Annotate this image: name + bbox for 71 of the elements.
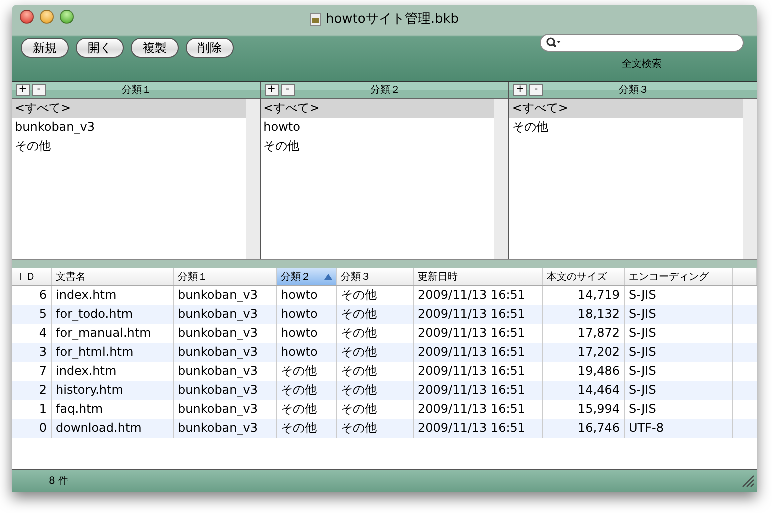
resize-grip-icon[interactable]: [741, 474, 755, 488]
add-button[interactable]: +: [16, 84, 30, 96]
add-button[interactable]: +: [513, 84, 528, 96]
table-cell: 2: [12, 381, 52, 400]
pane-title: 分類３: [618, 84, 650, 97]
column-header[interactable]: 更新日時: [414, 268, 543, 285]
search-label: 全文検索: [622, 58, 662, 71]
list-item[interactable]: その他: [260, 137, 494, 156]
table-cell: S-JIS: [625, 343, 733, 362]
list-item[interactable]: その他: [509, 118, 744, 137]
table-cell: bunkoban_v3: [174, 419, 277, 438]
pane-title: 分類１: [120, 84, 153, 97]
column-header[interactable]: 本文のサイズ: [543, 268, 625, 285]
table-cell: for_html.htm: [52, 343, 174, 362]
item-count: 8 件: [49, 475, 69, 488]
table-cell: その他: [337, 419, 414, 438]
table-cell: 16,746: [543, 419, 625, 438]
search-icon: [546, 37, 562, 49]
table-cell: その他: [337, 381, 414, 400]
list-item[interactable]: <すべて>: [509, 99, 744, 118]
list-item[interactable]: bunkoban_v3: [12, 118, 246, 137]
search-field[interactable]: [540, 34, 744, 52]
table-cell: howto: [277, 343, 337, 362]
table-cell: 5: [12, 305, 52, 324]
table-cell: download.htm: [52, 419, 174, 438]
column-header[interactable]: エンコーディング: [625, 268, 733, 285]
table-cell: 2009/11/13 16:51: [414, 343, 543, 362]
list-item[interactable]: howto: [260, 118, 494, 137]
window-title: howtoサイト管理.bkb: [326, 11, 460, 28]
toolbar-button[interactable]: 開く: [76, 38, 124, 58]
list-item[interactable]: <すべて>: [12, 99, 246, 118]
table-cell: その他: [277, 381, 337, 400]
table-cell: その他: [337, 343, 414, 362]
table-cell: その他: [277, 419, 337, 438]
zoom-button[interactable]: [60, 10, 74, 24]
table-cell: UTF-8: [625, 419, 733, 438]
remove-button[interactable]: -: [529, 84, 544, 96]
table-cell: 2009/11/13 16:51: [414, 381, 543, 400]
table-cell: 14,464: [543, 381, 625, 400]
column-header[interactable]: 分類３: [337, 268, 414, 285]
table-cell: bunkoban_v3: [174, 343, 277, 362]
column-header[interactable]: ＩＤ: [12, 268, 52, 285]
pane-title: 分類２: [370, 84, 402, 97]
list-item[interactable]: <すべて>: [260, 99, 494, 118]
remove-button[interactable]: -: [32, 84, 46, 96]
table-cell: 17,202: [543, 343, 625, 362]
table-cell: bunkoban_v3: [174, 305, 277, 324]
document-icon: [310, 12, 321, 26]
table-cell: S-JIS: [625, 305, 733, 324]
column-header[interactable]: 文書名: [52, 268, 174, 285]
table-cell: 2009/11/13 16:51: [414, 419, 543, 438]
table-cell: 18,132: [543, 305, 625, 324]
sort-icon: [324, 272, 333, 280]
table-cell: for_todo.htm: [52, 305, 174, 324]
table-cell: その他: [337, 305, 414, 324]
table-cell: 3: [12, 343, 52, 362]
minimize-button[interactable]: [40, 10, 54, 24]
add-button[interactable]: +: [264, 84, 279, 96]
close-button[interactable]: [20, 10, 34, 24]
table-cell: howto: [277, 305, 337, 324]
list-item[interactable]: その他: [12, 137, 246, 156]
toolbar-button[interactable]: 削除: [186, 38, 234, 58]
table-cell: history.htm: [52, 381, 174, 400]
table-cell: 0: [12, 419, 52, 438]
column-header[interactable]: 分類２: [277, 268, 337, 285]
toolbar-button[interactable]: 新規: [21, 38, 69, 58]
table-cell: bunkoban_v3: [174, 381, 277, 400]
toolbar-button[interactable]: 複製: [131, 38, 179, 58]
remove-button[interactable]: -: [280, 84, 295, 96]
table-cell: S-JIS: [625, 381, 733, 400]
table-cell: 2009/11/13 16:51: [414, 305, 543, 324]
